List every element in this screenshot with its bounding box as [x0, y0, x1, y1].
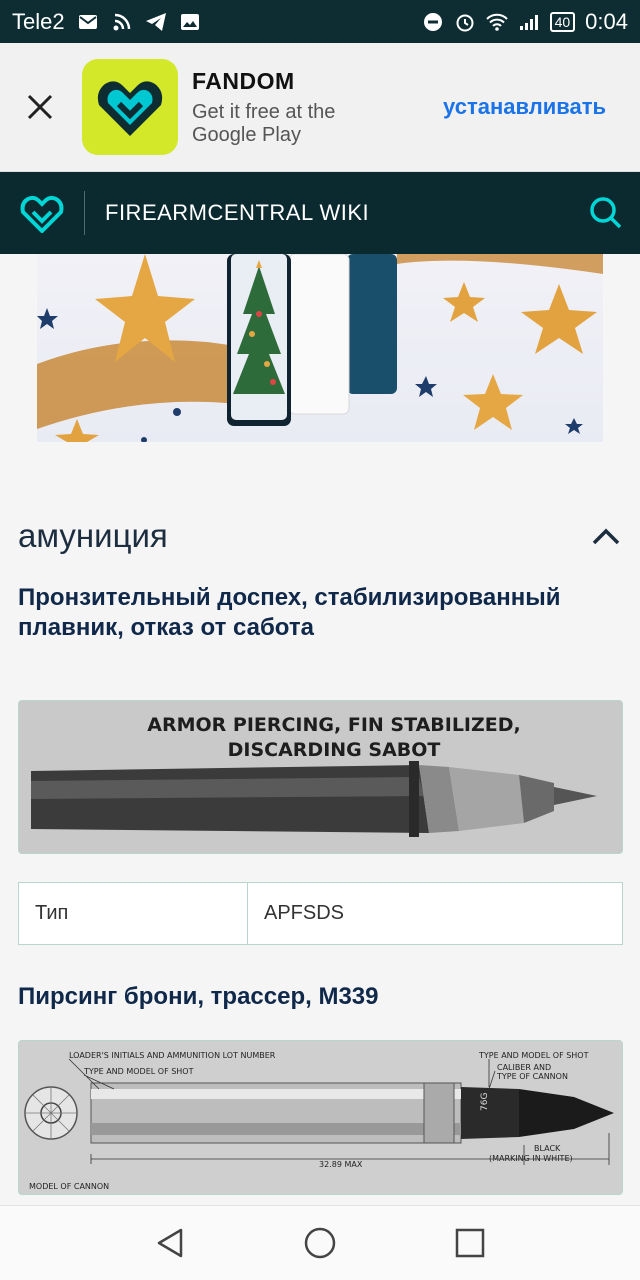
nav-home-button[interactable] — [300, 1223, 340, 1263]
label-black: BLACK — [534, 1144, 561, 1153]
navigation-bar — [0, 1205, 640, 1280]
recents-icon — [455, 1228, 485, 1258]
shell-marking-text: 76G — [480, 1093, 490, 1111]
close-banner-button[interactable] — [0, 43, 80, 171]
label-type-cannon: TYPE OF CANNON — [496, 1072, 568, 1081]
clock: 0:04 — [585, 8, 628, 34]
rss-icon — [111, 11, 133, 33]
label-type-model-right: TYPE AND MODEL OF SHOT — [478, 1051, 589, 1060]
app-install-banner: FANDOM Get it free at the Google Play ус… — [0, 43, 640, 172]
label-max-length: 32.89 MAX — [319, 1160, 363, 1169]
apfsds-caption-line2: DISCARDING SABOT — [228, 739, 441, 761]
telegram-icon — [145, 11, 167, 33]
home-icon — [304, 1227, 336, 1259]
label-type-model-left: TYPE AND MODEL OF SHOT — [83, 1067, 194, 1076]
label-marking: (MARKING IN WHITE) — [489, 1154, 573, 1163]
chevron-up-icon — [592, 528, 620, 545]
alarm-icon — [454, 11, 476, 33]
battery-icon: 40 — [549, 11, 576, 32]
section-title: амуниция — [18, 517, 168, 554]
status-bar: Tele2 40 0:04 — [0, 0, 640, 43]
label-caliber: CALIBER AND — [497, 1063, 551, 1072]
app-subtitle: Get it free at the Google Play — [192, 100, 336, 146]
nav-back-button[interactable] — [150, 1223, 190, 1263]
header-divider — [84, 191, 85, 235]
table-label-type: Тип — [19, 883, 248, 944]
carrier-label: Tele2 — [12, 8, 65, 34]
label-loader-initials: LOADER'S INITIALS AND AMMUNITION LOT NUM… — [69, 1051, 276, 1060]
ammo-heading-apfsds: Пронзительный доспех, стабилизированный … — [18, 584, 561, 641]
section-header[interactable]: амуниция — [18, 512, 622, 560]
wifi-icon — [485, 11, 508, 33]
app-name: FANDOM — [192, 67, 295, 94]
ammo-info-table: Тип APFSDS — [18, 882, 623, 945]
fandom-app-logo[interactable] — [82, 59, 178, 155]
label-model-cannon: MODEL OF CANNON — [29, 1182, 109, 1191]
search-icon — [590, 197, 622, 229]
advertisement-image[interactable] — [37, 254, 603, 442]
wiki-title[interactable]: FIREARMCENTRAL WIKI — [105, 200, 369, 226]
wiki-header: FIREARMCENTRAL WIKI — [0, 172, 640, 254]
ammo-heading-m339: Пирсинг брони, трассер, M339 — [18, 983, 379, 1010]
apfsds-caption-line1: ARMOR PIERCING, FIN STABILIZED, — [147, 714, 521, 736]
fandom-logo-icon[interactable] — [0, 172, 84, 254]
dnd-icon — [422, 11, 444, 33]
install-link[interactable]: устанавливать — [443, 94, 606, 120]
collapse-button[interactable] — [590, 520, 622, 552]
ammo-image-m339[interactable]: LOADER'S INITIALS AND AMMUNITION LOT NUM… — [18, 1040, 623, 1195]
mail-icon — [77, 11, 99, 33]
gallery-icon — [179, 11, 201, 33]
table-value-type: APFSDS — [264, 902, 345, 924]
nav-recents-button[interactable] — [450, 1223, 490, 1263]
back-icon — [157, 1228, 183, 1258]
signal-icon — [518, 11, 540, 33]
search-button[interactable] — [588, 195, 624, 231]
ammo-image-apfsds[interactable]: ARMOR PIERCING, FIN STABILIZED, DISCARDI… — [18, 700, 623, 854]
close-icon — [27, 94, 53, 120]
